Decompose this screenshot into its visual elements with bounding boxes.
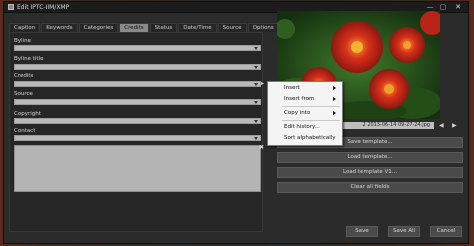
tab-date-time[interactable]: Date/Time: [178, 23, 217, 32]
credits-combo[interactable]: [14, 81, 261, 87]
menu-item-sort-alphabetically[interactable]: Sort alphabetically: [284, 135, 336, 141]
chevron-down-icon: [254, 66, 258, 69]
maximize-button[interactable]: ▢: [438, 4, 448, 11]
context-menu: Insert Insert from Copy into Edit histor…: [267, 81, 343, 146]
source-label: Source: [14, 91, 33, 97]
tab-keywords[interactable]: Keywords: [41, 23, 78, 32]
tab-source[interactable]: Source: [217, 23, 247, 32]
save-button[interactable]: Save: [346, 226, 378, 237]
tab-bar: Caption Keywords Categories Credits Stat…: [9, 23, 280, 32]
contact-details-textarea[interactable]: [14, 145, 261, 192]
submenu-arrow-icon: [333, 86, 336, 90]
load-template-v1-button[interactable]: Load template V1...: [277, 167, 463, 178]
chevron-down-icon: [254, 47, 258, 50]
menu-item-copy-into[interactable]: Copy into: [284, 110, 310, 116]
save-all-button[interactable]: Save All: [388, 226, 420, 237]
tab-caption[interactable]: Caption: [9, 23, 41, 32]
copyright-label: Copyright: [14, 111, 41, 117]
next-image-button[interactable]: ▶: [452, 122, 457, 129]
contact-combo[interactable]: [14, 135, 261, 141]
chevron-down-icon: [254, 120, 258, 123]
tab-categories[interactable]: Categories: [78, 23, 119, 32]
window-title: Edit IPTC-IIM/XMP: [17, 4, 70, 11]
byline-label: Byline: [14, 38, 31, 44]
load-template-button[interactable]: Load template...: [277, 152, 463, 163]
credits-label: Credits: [14, 73, 34, 79]
submenu-arrow-icon: [333, 111, 336, 115]
byline-title-label: Byline title: [14, 56, 44, 62]
prev-image-button[interactable]: ◀: [439, 122, 444, 129]
chevron-down-icon: [254, 137, 258, 140]
menu-separator: [282, 106, 340, 107]
tab-credits[interactable]: Credits: [119, 23, 149, 32]
cancel-button[interactable]: Cancel: [430, 226, 462, 237]
submenu-arrow-icon: [333, 97, 336, 101]
byline-combo[interactable]: [14, 45, 261, 51]
copyright-combo[interactable]: [14, 118, 261, 124]
chevron-down-icon: [254, 101, 258, 104]
minimize-button[interactable]: —: [425, 4, 435, 11]
byline-title-combo[interactable]: [14, 64, 261, 70]
chevron-down-icon: [254, 83, 258, 86]
tab-status[interactable]: Status: [149, 23, 178, 32]
tab-options[interactable]: Options: [247, 23, 279, 32]
source-combo[interactable]: [14, 99, 261, 105]
close-button[interactable]: ✕: [453, 4, 463, 11]
contact-label: Contact: [14, 128, 36, 134]
menu-item-insert-from[interactable]: Insert from: [284, 96, 314, 102]
credits-panel: Byline Byline title Credits Source Copyr…: [9, 32, 263, 232]
app-icon: [8, 4, 14, 10]
menu-item-edit-history[interactable]: Edit history...: [284, 124, 320, 130]
menu-separator: [282, 120, 340, 121]
clear-icon[interactable]: ✖: [258, 144, 265, 151]
credits-menu-button[interactable]: ▸: [259, 80, 266, 87]
clear-all-fields-button[interactable]: Clear all fields: [277, 182, 463, 193]
menu-item-insert[interactable]: Insert: [284, 85, 300, 91]
